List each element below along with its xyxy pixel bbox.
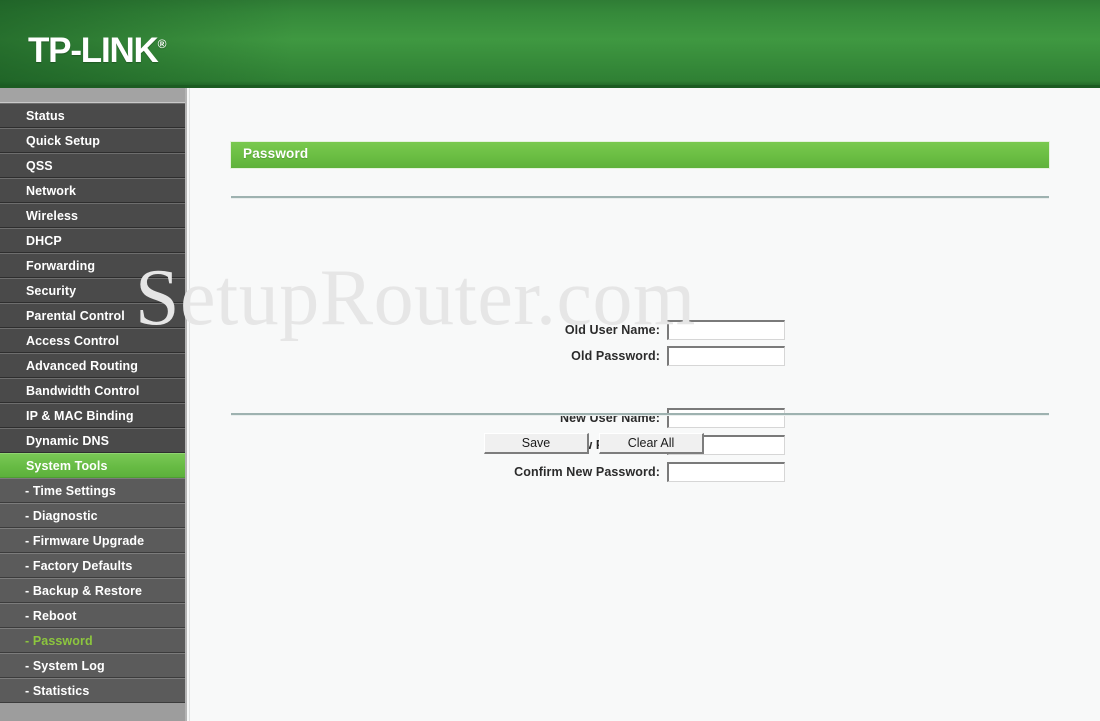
main-content: Password Old User Name: Old Password: New … <box>189 88 1100 721</box>
sidebar-item-label: Advanced Routing <box>26 359 139 373</box>
sidebar-item-reboot[interactable]: - Reboot <box>0 603 185 628</box>
sidebar-item-parental-control[interactable]: Parental Control <box>0 303 185 328</box>
label-new-password: New Password: <box>190 435 660 455</box>
sidebar-item-label: Dynamic DNS <box>26 434 110 448</box>
sidebar-item-label: IP & MAC Binding <box>26 409 134 423</box>
sidebar-item-label: DHCP <box>26 234 62 248</box>
page-body: Status Quick Setup QSS Network Wireless DHCP F… <box>0 88 1100 721</box>
sidebar-item-wireless[interactable]: Wireless <box>0 203 185 228</box>
sidebar-item-backup-restore[interactable]: - Backup & Restore <box>0 578 185 603</box>
brand-header: TP-LINK® <box>0 0 1100 88</box>
sidebar-item-label: Parental Control <box>26 309 125 323</box>
sidebar-item-time-settings[interactable]: - Time Settings <box>0 478 185 503</box>
sidebar-item-dynamic-dns[interactable]: Dynamic DNS <box>0 428 185 453</box>
sidebar-item-label: Access Control <box>26 334 120 348</box>
sidebar-item-label: - Firmware Upgrade <box>25 534 145 548</box>
sidebar-item-quick-setup[interactable]: Quick Setup <box>0 128 185 153</box>
sidebar-item-network[interactable]: Network <box>0 178 185 203</box>
sidebar-item-label: - Diagnostic <box>25 509 98 523</box>
sidebar-item-advanced-routing[interactable]: Advanced Routing <box>0 353 185 378</box>
sidebar-item-label: - Backup & Restore <box>25 584 143 598</box>
save-button[interactable]: Save <box>484 433 589 454</box>
sidebar-item-forwarding[interactable]: Forwarding <box>0 253 185 278</box>
divider-bottom <box>231 413 1049 416</box>
field-row-new-user-name: New User Name: <box>190 408 797 428</box>
sidebar-item-label: - Reboot <box>25 609 77 623</box>
sidebar-item-label: System Tools <box>26 459 108 473</box>
sidebar-item-statistics[interactable]: - Statistics <box>0 678 185 703</box>
sidebar-menu-list: Status Quick Setup QSS Network Wireless DHCP F… <box>0 103 185 703</box>
sidebar-item-system-log[interactable]: - System Log <box>0 653 185 678</box>
registered-trademark-icon: ® <box>157 37 167 51</box>
input-old-password[interactable] <box>667 346 785 366</box>
sidebar-item-bandwidth-control[interactable]: Bandwidth Control <box>0 378 185 403</box>
sidebar-item-label: Network <box>26 184 77 198</box>
sidebar-item-label: - Factory Defaults <box>25 559 133 573</box>
password-form: Old User Name: Old Password: New User Name… <box>190 88 1100 721</box>
sidebar-item-access-control[interactable]: Access Control <box>0 328 185 353</box>
sidebar-item-label: Security <box>26 284 77 298</box>
sidebar-item-dhcp[interactable]: DHCP <box>0 228 185 253</box>
field-row-old-user-name: Old User Name: <box>190 320 797 340</box>
sidebar-item-label: - Password <box>25 634 93 648</box>
input-confirm-new-password[interactable] <box>667 462 785 482</box>
sidebar-item-diagnostic[interactable]: - Diagnostic <box>0 503 185 528</box>
sidebar-item-password[interactable]: - Password <box>0 628 185 653</box>
sidebar-item-label: Wireless <box>26 209 79 223</box>
sidebar-item-label: QSS <box>26 159 53 173</box>
input-new-user-name[interactable] <box>667 408 785 428</box>
sidebar-item-label: Forwarding <box>26 259 96 273</box>
sidebar-item-label: - Statistics <box>25 684 90 698</box>
sidebar-nav: Status Quick Setup QSS Network Wireless DHCP F… <box>0 88 187 721</box>
sidebar-top-spacer <box>0 88 185 103</box>
sidebar-item-label: Quick Setup <box>26 134 101 148</box>
sidebar-item-label: Status <box>26 109 65 123</box>
sidebar-item-firmware-upgrade[interactable]: - Firmware Upgrade <box>0 528 185 553</box>
sidebar-item-status[interactable]: Status <box>0 103 185 128</box>
router-admin-page: TP-LINK® Status Quick Setup QSS Network Wire… <box>0 0 1100 721</box>
sidebar-item-security[interactable]: Security <box>0 278 185 303</box>
label-old-password: Old Password: <box>571 349 660 363</box>
clear-all-button[interactable]: Clear All <box>599 433 704 454</box>
sidebar-item-label: - Time Settings <box>25 484 116 498</box>
sidebar-item-ip-mac-binding[interactable]: IP & MAC Binding <box>0 403 185 428</box>
tp-link-logo: TP-LINK® <box>28 33 166 68</box>
field-row-old-password: Old Password: <box>190 346 797 366</box>
label-old-user-name: Old User Name: <box>564 323 660 337</box>
sidebar-item-label: Bandwidth Control <box>26 384 140 398</box>
input-old-user-name[interactable] <box>667 320 785 340</box>
brand-name: TP-LINK <box>28 31 159 70</box>
sidebar-item-qss[interactable]: QSS <box>0 153 185 178</box>
sidebar-item-factory-defaults[interactable]: - Factory Defaults <box>0 553 185 578</box>
sidebar-item-label: - System Log <box>25 659 105 673</box>
label-confirm-new-password: Confirm New Password: <box>514 465 660 479</box>
field-row-confirm-new-password: Confirm New Password: <box>190 462 797 482</box>
label-new-user-name: New User Name: <box>559 411 660 425</box>
sidebar-item-system-tools[interactable]: System Tools <box>0 453 185 478</box>
